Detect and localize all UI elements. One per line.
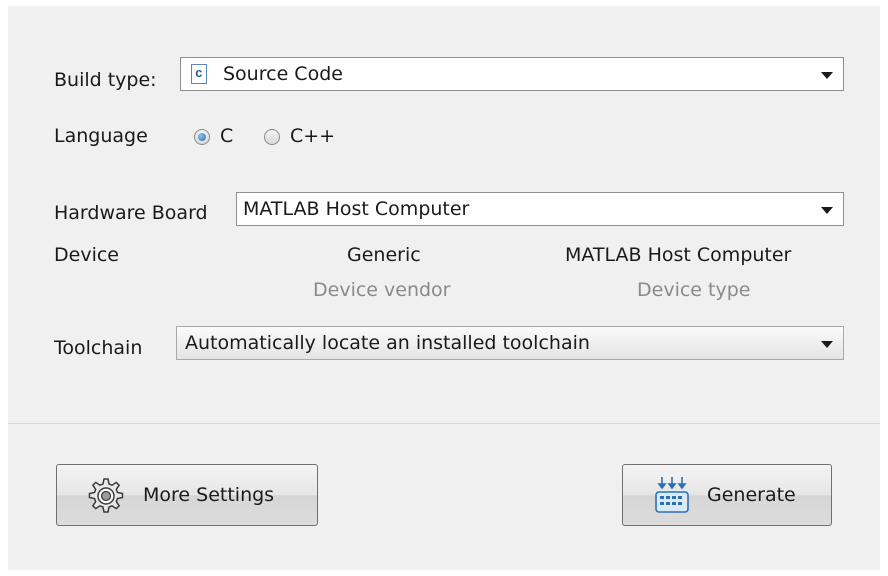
- language-label: Language: [54, 125, 148, 147]
- generate-label: Generate: [707, 484, 796, 506]
- radio-selected-dot: [198, 133, 206, 141]
- toolchain-dropdown[interactable]: Automatically locate an installed toolch…: [176, 326, 844, 360]
- gear-icon: [88, 478, 124, 513]
- build-type-value: Source Code: [223, 63, 343, 85]
- build-type-label: Build type:: [54, 69, 157, 91]
- hardware-board-label: Hardware Board: [54, 202, 208, 224]
- generate-code-icon: [655, 477, 689, 513]
- more-settings-button[interactable]: More Settings: [56, 464, 318, 526]
- radio-c[interactable]: [194, 129, 210, 145]
- radio-c-label[interactable]: C: [220, 124, 233, 148]
- toolchain-label: Toolchain: [54, 337, 143, 359]
- device-type-value: MATLAB Host Computer: [565, 244, 792, 266]
- chevron-down-icon: [821, 341, 833, 348]
- device-vendor-caption: Device vendor: [313, 279, 451, 301]
- radio-cpp[interactable]: [264, 129, 280, 145]
- toolchain-value: Automatically locate an installed toolch…: [185, 332, 590, 354]
- device-vendor-value: Generic: [347, 244, 421, 266]
- code-generation-panel: Build type: c Source Code Language C C++…: [8, 6, 880, 570]
- more-settings-label: More Settings: [143, 484, 275, 506]
- chevron-down-icon: [821, 207, 833, 214]
- device-label: Device: [54, 244, 119, 266]
- section-divider: [8, 423, 880, 424]
- hardware-board-value: MATLAB Host Computer: [243, 198, 470, 220]
- radio-cpp-label[interactable]: C++: [290, 124, 335, 148]
- hardware-board-dropdown[interactable]: MATLAB Host Computer: [236, 192, 844, 226]
- device-type-caption: Device type: [637, 279, 751, 301]
- chevron-down-icon: [821, 72, 833, 79]
- c-source-file-icon: c: [191, 64, 207, 84]
- generate-button[interactable]: Generate: [622, 464, 832, 526]
- build-type-dropdown[interactable]: c Source Code: [180, 57, 844, 91]
